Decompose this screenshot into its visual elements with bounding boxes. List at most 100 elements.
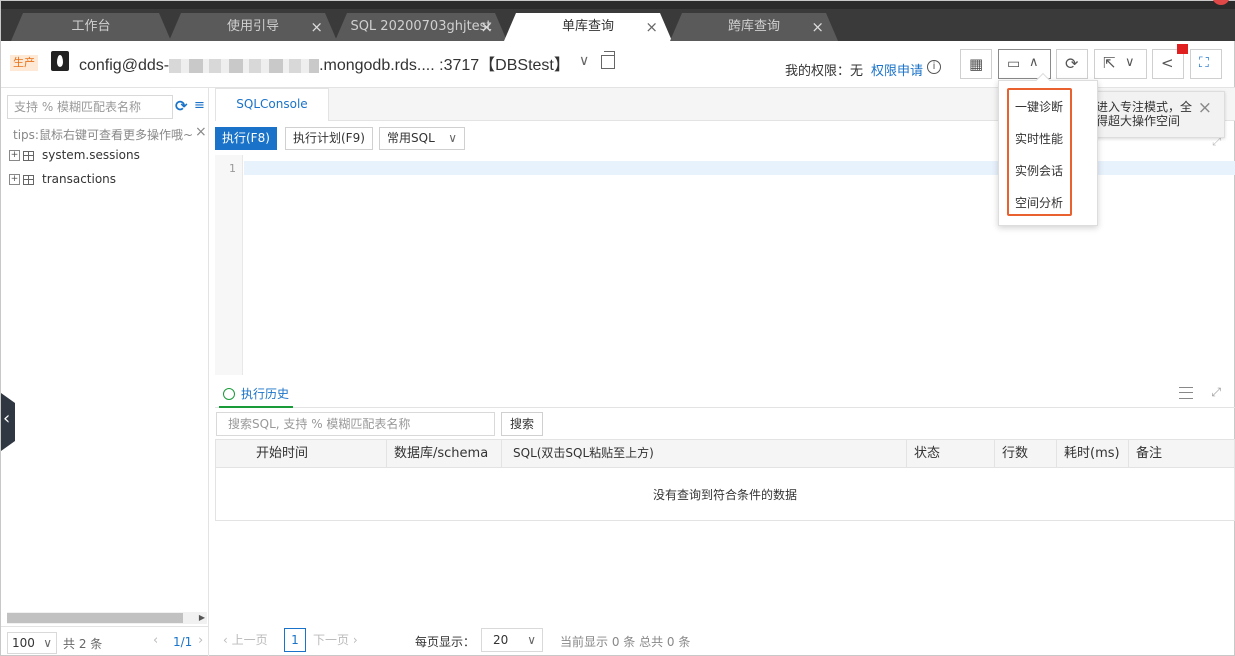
- tab-history[interactable]: 执行历史: [219, 381, 294, 408]
- close-icon[interactable]: ×: [811, 13, 824, 41]
- table-icon: [23, 174, 34, 185]
- chevron-down-icon: ∨: [1125, 55, 1135, 70]
- page-size-select[interactable]: 100 ∨: [7, 632, 57, 654]
- sidebar-pagination: 100 ∨ 共 2 条 ‹ 1/1 ›: [1, 626, 209, 656]
- per-page-value: 20: [493, 633, 509, 647]
- table-icon: ▦: [969, 55, 984, 73]
- scroll-right-icon[interactable]: ▶: [199, 612, 205, 624]
- tab-label: 单库查询: [561, 19, 614, 34]
- tab-bar-top: [1, 1, 1235, 9]
- expand-icon[interactable]: +: [9, 150, 20, 161]
- col-remark[interactable]: 备注: [1136, 440, 1162, 468]
- tree-item-transactions[interactable]: + transactions: [9, 172, 116, 188]
- col-divider: [906, 440, 907, 468]
- fullscreen-icon: ⛶: [1199, 55, 1209, 71]
- col-sql[interactable]: SQL(双击SQL粘贴至上方): [513, 440, 654, 468]
- current-page[interactable]: 1: [284, 628, 306, 652]
- table-icon: [23, 150, 34, 161]
- close-icon[interactable]: ×: [310, 13, 323, 41]
- horizontal-scrollbar[interactable]: ▶: [7, 612, 207, 624]
- collapse-sidebar-button[interactable]: [1, 393, 15, 451]
- total-count: 共 2 条: [63, 637, 103, 651]
- history-search-button[interactable]: 搜索: [501, 412, 543, 436]
- common-sql-label: 常用SQL: [387, 131, 435, 145]
- col-status[interactable]: 状态: [914, 440, 940, 468]
- col-divider: [386, 440, 387, 468]
- col-divider: [501, 440, 502, 468]
- tree-item-system-sessions[interactable]: + system.sessions: [9, 148, 140, 164]
- chevron-down-icon: ∨: [448, 131, 457, 145]
- menu-item-performance[interactable]: 实时性能: [1015, 130, 1063, 147]
- tab-workbench[interactable]: 工作台: [11, 13, 171, 41]
- history-header: 执行历史 ⤢: [215, 381, 1235, 408]
- tips-text: tips:鼠标右键可查看更多操作哦~: [13, 128, 194, 142]
- menu-item-sessions[interactable]: 实例会话: [1015, 162, 1063, 179]
- refresh-button[interactable]: ⟳: [1056, 49, 1088, 79]
- hint-line-1: 进入专注模式，全: [1096, 100, 1193, 114]
- menu-item-diagnose[interactable]: 一键诊断: [1015, 98, 1063, 115]
- export-dropdown-button[interactable]: ⇱ ∨: [1094, 49, 1147, 79]
- tree-item-label: system.sessions: [42, 148, 140, 162]
- scrollbar-thumb[interactable]: [7, 613, 183, 623]
- connection-suffix: .mongodb.rds.... :3717【DBStest】: [319, 57, 570, 74]
- menu-item-space-analysis[interactable]: 空间分析: [1015, 194, 1063, 211]
- tab-cross-db-query[interactable]: 跨库查询 ×: [670, 13, 838, 41]
- line-number: 1: [229, 162, 236, 175]
- history-search-input[interactable]: 搜索SQL, 支持 % 模糊匹配表名称: [216, 412, 495, 436]
- explain-plan-button[interactable]: 执行计划(F9): [285, 127, 373, 150]
- run-button[interactable]: 执行(F8): [215, 127, 277, 150]
- prev-page-icon[interactable]: ‹: [153, 633, 158, 648]
- share-icon: <: [1161, 54, 1174, 72]
- tab-sql-test[interactable]: SQL 20200703ghjtest ×: [335, 13, 507, 41]
- refresh-icon[interactable]: ⟳: [175, 97, 188, 115]
- list-icon[interactable]: ≡: [194, 98, 205, 113]
- connection-string[interactable]: config@dds- .mongodb.rds.... :3717【DBStes…: [79, 51, 570, 75]
- share-button[interactable]: <: [1152, 44, 1188, 79]
- expand-icon[interactable]: ⤢: [1211, 385, 1221, 400]
- masked-host: [169, 58, 320, 73]
- focus-mode-hint: 进入专注模式，全 得超大操作空间 ×: [1081, 91, 1225, 138]
- close-icon[interactable]: ×: [645, 13, 658, 41]
- copy-icon[interactable]: [601, 51, 615, 69]
- mongodb-icon: [51, 51, 69, 71]
- close-icon[interactable]: ×: [1198, 98, 1212, 118]
- next-page-icon[interactable]: ›: [198, 633, 203, 648]
- red-flag-icon: [1177, 44, 1188, 54]
- table-search-input[interactable]: 支持 % 模糊匹配表名称: [7, 95, 173, 119]
- tab-single-db-query[interactable]: 单库查询 ×: [504, 13, 672, 41]
- chevron-down-icon: ∨: [43, 636, 52, 650]
- close-icon[interactable]: ×: [480, 13, 493, 41]
- permission-apply-link[interactable]: 权限申请: [871, 60, 923, 79]
- per-page-select[interactable]: 20 ∨: [481, 628, 543, 652]
- table-header: 开始时间 数据库/schema SQL(双击SQL粘贴至上方) 状态 行数 耗时…: [216, 440, 1234, 468]
- fullscreen-button[interactable]: ⛶: [1190, 49, 1222, 79]
- table-view-button[interactable]: ▦: [960, 49, 992, 79]
- info-icon[interactable]: i: [927, 60, 941, 74]
- col-start-time[interactable]: 开始时间: [256, 440, 308, 468]
- next-page-button[interactable]: 下一页 ›: [313, 631, 358, 648]
- empty-message: 没有查询到符合条件的数据: [652, 488, 797, 502]
- common-sql-dropdown[interactable]: 常用SQL ∨: [379, 127, 465, 150]
- chevron-down-icon[interactable]: ∨: [579, 53, 589, 69]
- page-indicator: 1/1: [173, 635, 193, 649]
- expand-icon[interactable]: +: [9, 174, 20, 185]
- history-table: 开始时间 数据库/schema SQL(双击SQL粘贴至上方) 状态 行数 耗时…: [215, 439, 1235, 521]
- col-database[interactable]: 数据库/schema: [394, 440, 488, 468]
- history-tab-label: 执行历史: [241, 387, 290, 401]
- history-pagination: ‹ 上一页 1 下一页 › 每页显示： 20 ∨ 当前显示 0 条 总共 0 条: [215, 625, 1235, 655]
- refresh-icon: ⟳: [1065, 54, 1079, 73]
- connection-prefix: config@dds-: [79, 57, 170, 74]
- prev-label: 上一页: [231, 633, 268, 647]
- tab-guide[interactable]: 使用引导 ×: [169, 13, 337, 41]
- tab-label: SQL 20200703ghjtest: [350, 19, 492, 34]
- col-duration[interactable]: 耗时(ms): [1064, 440, 1120, 468]
- tab-label: 工作台: [71, 19, 111, 34]
- col-divider: [1056, 440, 1057, 468]
- tab-sqlconsole[interactable]: SQLConsole: [215, 88, 329, 121]
- menu-icon[interactable]: [1179, 387, 1193, 399]
- prev-page-button[interactable]: ‹ 上一页: [223, 631, 268, 648]
- col-divider: [994, 440, 995, 468]
- close-icon[interactable]: ×: [195, 124, 207, 140]
- hint-line-2: 得超大操作空间: [1096, 114, 1181, 128]
- col-rows[interactable]: 行数: [1002, 440, 1028, 468]
